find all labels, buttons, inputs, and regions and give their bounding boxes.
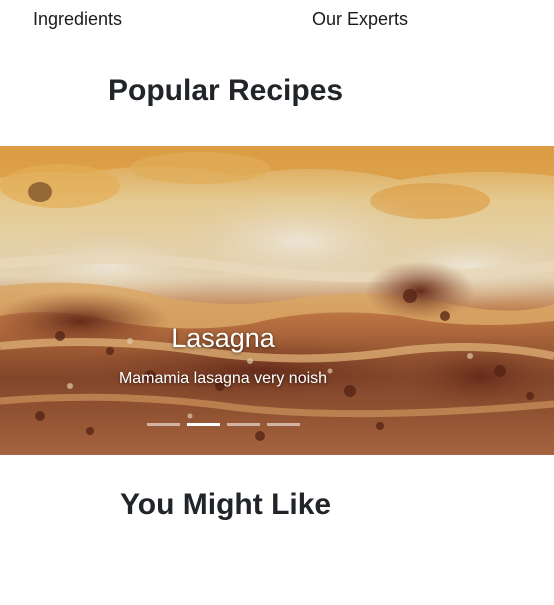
carousel-indicator-2[interactable] — [187, 423, 220, 426]
popular-recipes-heading: Popular Recipes — [108, 74, 344, 107]
top-nav: Ingredients Our Experts — [0, 0, 554, 40]
carousel-indicator-3[interactable] — [227, 423, 260, 426]
carousel-indicators — [147, 423, 300, 426]
nav-link-our-experts[interactable]: Our Experts — [312, 9, 408, 30]
lasagna-photo — [0, 146, 554, 455]
slide-description: Mamamia lasagna very noish — [118, 370, 328, 387]
you-might-like-heading: You Might Like — [120, 488, 332, 521]
recipe-carousel[interactable]: Lasagna Mamamia lasagna very noish — [0, 146, 554, 455]
slide-title: Lasagna — [171, 323, 275, 353]
carousel-indicator-4[interactable] — [267, 423, 300, 426]
nav-link-ingredients[interactable]: Ingredients — [33, 9, 122, 30]
carousel-indicator-1[interactable] — [147, 423, 180, 426]
